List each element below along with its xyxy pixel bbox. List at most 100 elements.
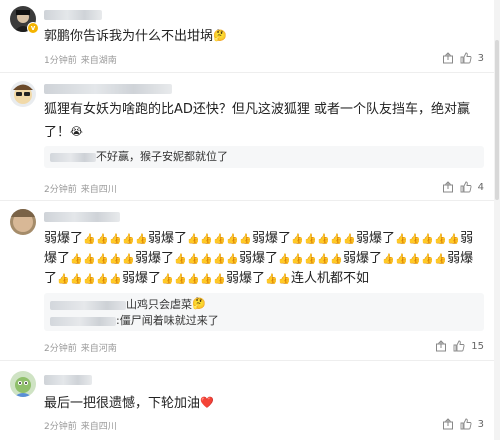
avatar[interactable]	[10, 209, 36, 235]
comment-actions: 3	[442, 418, 484, 430]
comment-time: 2分钟前	[44, 185, 77, 195]
thumbs-up-emoji-icon: 👍	[213, 274, 226, 285]
segment: 弱爆了	[252, 231, 292, 246]
thumbs-up-emoji-icon: 👍	[395, 254, 408, 265]
thumbs-up-emoji-icon: 👍	[109, 254, 122, 265]
verified-badge-icon: v	[27, 22, 39, 34]
comment-text: 郭鹏你告诉我为什么不出坩埚🤔	[44, 25, 484, 48]
reply-preview[interactable]: 不好赢，猴子安妮都就位了	[44, 146, 484, 168]
thumbs-up-emoji-icon: 👍	[434, 234, 447, 245]
share-icon[interactable]	[442, 418, 454, 430]
thumbs-up-emoji-icon: 👍	[213, 234, 226, 245]
scrollbar[interactable]	[494, 0, 500, 440]
thumbs-up-emoji-icon: 👍	[109, 274, 122, 285]
thumbs-up-emoji-icon: 👍	[109, 234, 122, 245]
comment-time: 2分钟前	[44, 344, 77, 354]
comment-location: 来自四川	[80, 185, 117, 195]
thumbs-up-emoji-icon: 👍	[187, 254, 200, 265]
username-blurred[interactable]	[44, 375, 92, 385]
comment-ending: 连人机都不如	[291, 271, 370, 286]
thumbs-up-emoji-icon: 👍	[70, 274, 83, 285]
segment: 弱爆了	[148, 231, 188, 246]
thumbs-up-emoji-icon: 👍	[135, 234, 148, 245]
comment-location: 来自河南	[80, 344, 117, 354]
thumbs-up-emoji-icon: 👍	[278, 254, 291, 265]
like-count: 3	[477, 52, 484, 64]
comment-time: 2分钟前	[44, 422, 77, 432]
comment-meta: 2分钟前 来自河南	[44, 341, 121, 354]
reply-username-blurred	[50, 316, 116, 326]
username-blurred[interactable]	[44, 84, 172, 94]
thumbs-up-emoji-icon: 👍	[421, 254, 434, 265]
thumbs-up-emoji-icon: 👍	[174, 254, 187, 265]
thumbs-up-icon[interactable]	[460, 418, 472, 430]
share-icon[interactable]	[442, 52, 454, 64]
thumbs-up-emoji-icon: 👍	[174, 274, 187, 285]
reply-username-blurred	[50, 300, 126, 310]
thumbs-up-emoji-icon: 👍	[382, 254, 395, 265]
thumbs-up-emoji-icon: 👍	[317, 234, 330, 245]
thumbs-up-emoji-icon: 👍	[200, 234, 213, 245]
comment-time: 1分钟前	[44, 56, 77, 66]
like-count: 3	[477, 418, 484, 430]
comment-text: 弱爆了👍👍👍👍👍弱爆了👍👍👍👍👍弱爆了👍👍👍👍👍弱爆了👍👍👍👍👍弱爆了👍👍👍👍👍…	[44, 229, 484, 289]
reply-text: 不好赢，猴子安妮都就位了	[96, 150, 228, 163]
thumbs-up-emoji-icon: 👍	[291, 234, 304, 245]
thumbs-up-emoji-icon: 👍	[408, 234, 421, 245]
thumbs-up-emoji-icon: 👍	[83, 234, 96, 245]
avatar[interactable]	[10, 81, 36, 107]
share-icon[interactable]	[442, 181, 454, 193]
thumbs-up-icon[interactable]	[460, 52, 472, 64]
comment-meta: 2分钟前 来自四川	[44, 182, 121, 195]
comment-actions: 15	[435, 340, 484, 352]
thumbs-up-emoji-icon: 👍	[96, 274, 109, 285]
segment: 弱爆了	[44, 231, 84, 246]
reply-preview[interactable]: 山鸡只会虐菜🤔 :僵尸闻着味就过来了	[44, 293, 484, 331]
crying-emoji-icon: 😭	[70, 125, 83, 138]
segment: 弱爆了	[343, 251, 383, 266]
segment: 弱爆了	[239, 251, 279, 266]
like-count: 4	[477, 181, 484, 193]
segment: 弱爆了	[356, 231, 396, 246]
reply-username-blurred	[50, 152, 96, 162]
thumbs-up-emoji-icon: 👍	[187, 274, 200, 285]
comment-text: 最后一把很遗憾，下轮加油❤️	[44, 392, 484, 415]
username-blurred[interactable]	[44, 212, 120, 222]
comment-1: v 郭鹏你告诉我为什么不出坩埚🤔 1分钟前 来自湖南 3	[0, 0, 500, 72]
thumbs-up-emoji-icon: 👍	[395, 234, 408, 245]
reply-text: 山鸡只会虐菜	[126, 298, 192, 311]
segment: 弱爆了	[135, 251, 175, 266]
thumbs-up-emoji-icon: 👍	[291, 254, 304, 265]
thumbs-up-emoji-icon: 👍	[447, 234, 460, 245]
scrollbar-thumb[interactable]	[495, 40, 499, 200]
segment: 弱爆了	[226, 271, 266, 286]
share-icon[interactable]	[435, 340, 447, 352]
thumbs-up-emoji-icon: 👍	[96, 254, 109, 265]
thumbs-up-emoji-icon: 👍	[421, 234, 434, 245]
thumbs-up-icon[interactable]	[453, 340, 465, 352]
reply-line-1: 山鸡只会虐菜🤔	[50, 296, 478, 313]
comment-actions: 4	[442, 181, 484, 193]
thumbs-up-emoji-icon: 👍	[200, 254, 213, 265]
reply-text: :僵尸闻着味就过来了	[116, 314, 219, 327]
comment-2: 狐狸有女妖为啥跑的比AD还快？但凡这波狐狸 或者一个队友挡车，绝对赢了！😭 不好…	[0, 73, 500, 200]
comment-3: 弱爆了👍👍👍👍👍弱爆了👍👍👍👍👍弱爆了👍👍👍👍👍弱爆了👍👍👍👍👍弱爆了👍👍👍👍👍…	[0, 201, 500, 359]
avatar[interactable]	[10, 371, 36, 397]
thumbs-up-emoji-icon: 👍	[434, 254, 447, 265]
like-count: 15	[471, 340, 484, 352]
thumbs-up-emoji-icon: 👍	[304, 234, 317, 245]
comment-meta: 2分钟前 来自四川	[44, 419, 121, 432]
comment-4: 最后一把很遗憾，下轮加油❤️ 2分钟前 来自四川 3	[0, 361, 500, 440]
username-blurred[interactable]	[44, 10, 102, 20]
thumbs-up-emoji-icon: 👍	[239, 234, 252, 245]
comment-meta: 1分钟前 来自湖南	[44, 53, 121, 66]
thumbs-up-emoji-icon: 👍	[70, 254, 83, 265]
segment: 弱爆了	[122, 271, 162, 286]
thumbs-up-icon[interactable]	[460, 181, 472, 193]
thinking-emoji-icon: 🤔	[213, 29, 227, 42]
thumbs-up-emoji-icon: 👍	[161, 274, 174, 285]
thumbs-up-emoji-icon: 👍	[200, 274, 213, 285]
thumbs-up-emoji-icon: 👍	[83, 254, 96, 265]
thumbs-up-emoji-icon: 👍	[122, 234, 135, 245]
thumbs-up-emoji-icon: 👍	[57, 274, 70, 285]
